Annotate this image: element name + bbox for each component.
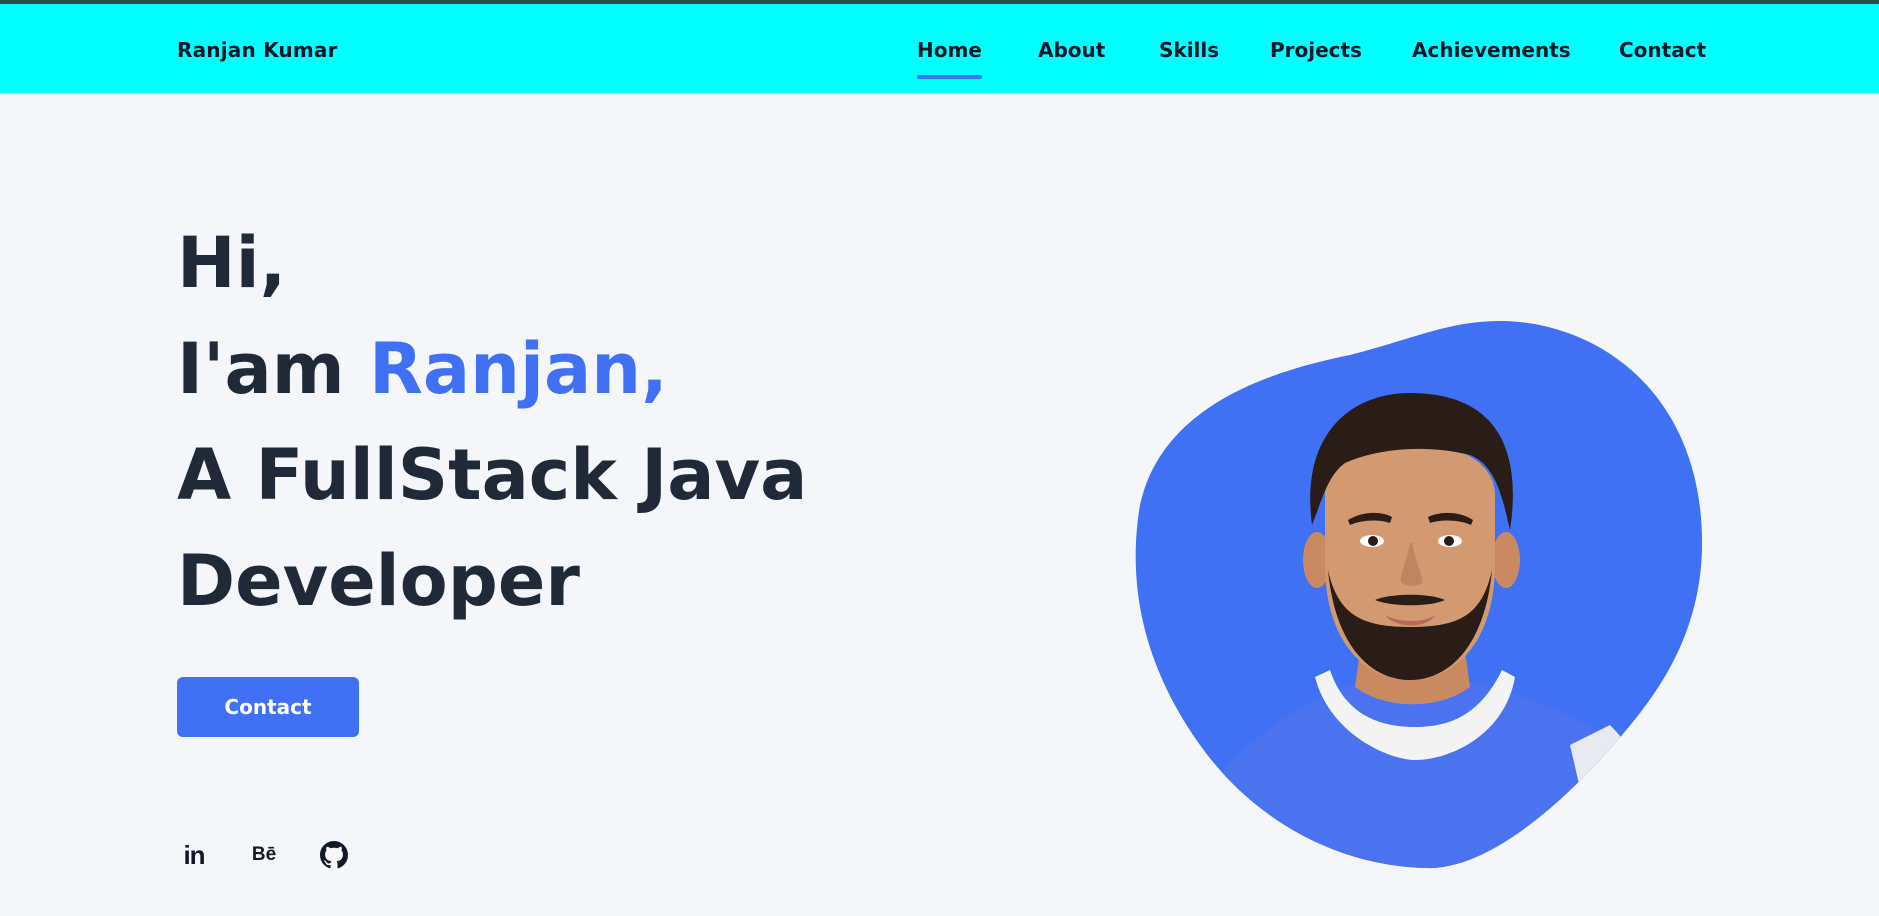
hero-portrait	[1130, 315, 1710, 875]
hero-name-highlight: Ranjan,	[369, 328, 668, 410]
hero-line-name: I'am Ranjan,	[177, 316, 807, 422]
hero-line-role-2: Developer	[177, 540, 580, 622]
hero-name-prefix: I'am	[177, 328, 370, 410]
linkedin-icon[interactable]: in	[177, 838, 211, 872]
portrait-blob	[1135, 320, 1703, 869]
nav-link-home[interactable]: Home	[917, 38, 982, 79]
contact-button[interactable]: Contact	[177, 677, 359, 737]
behance-icon[interactable]: Bē	[247, 838, 281, 872]
nav-link-skills[interactable]: Skills	[1159, 38, 1219, 62]
nav-link-projects[interactable]: Projects	[1270, 38, 1362, 62]
hero-line-role: A FullStack Java	[177, 434, 808, 516]
behance-glyph: Bē	[251, 844, 277, 865]
linkedin-glyph: in	[183, 839, 205, 870]
hero-title: Hi, I'am Ranjan, A FullStack Java Develo…	[177, 210, 807, 634]
github-icon[interactable]	[317, 838, 351, 872]
nav-menu: Home About Skills Projects Achievements …	[0, 38, 1879, 79]
nav-link-about[interactable]: About	[1038, 38, 1105, 62]
navbar: Ranjan Kumar Home About Skills Projects …	[0, 4, 1879, 93]
github-mark	[320, 841, 348, 869]
hero-line-greeting: Hi,	[177, 222, 287, 304]
nav-link-achievements[interactable]: Achievements	[1412, 38, 1571, 62]
nav-link-contact[interactable]: Contact	[1619, 38, 1706, 62]
